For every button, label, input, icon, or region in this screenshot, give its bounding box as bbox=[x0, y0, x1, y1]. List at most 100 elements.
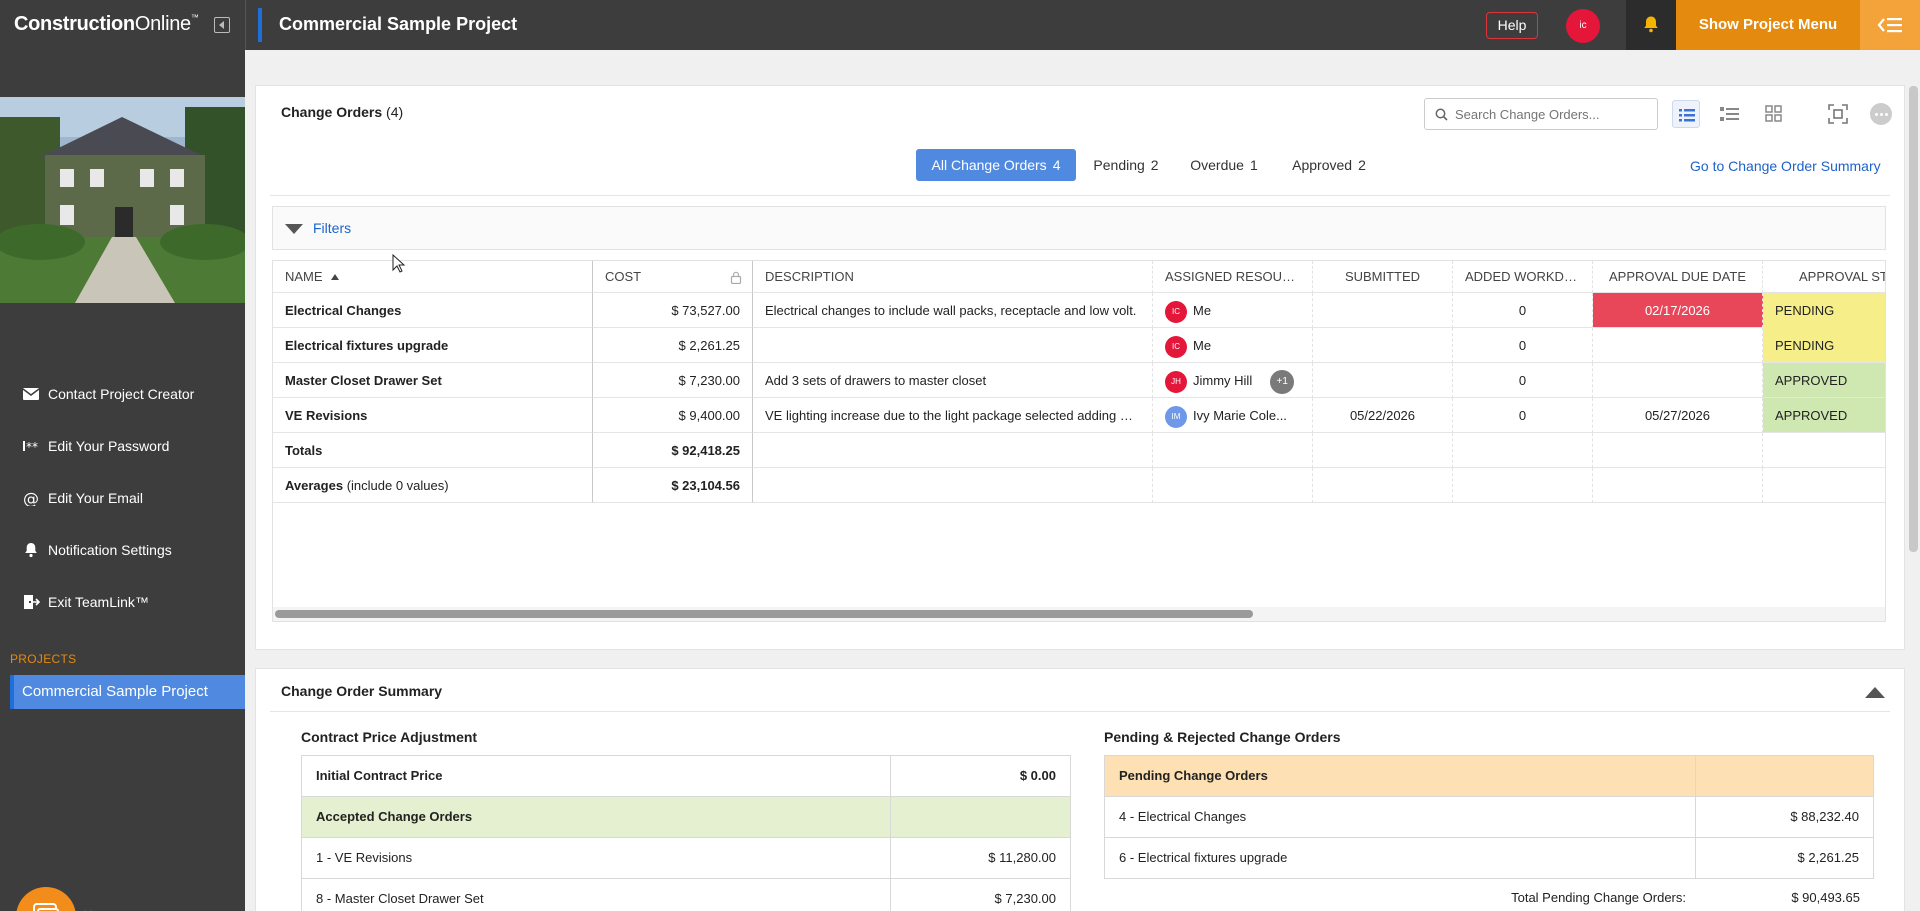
column-label: COST bbox=[605, 269, 642, 284]
table-cell-name[interactable]: VE Revisions bbox=[273, 398, 593, 433]
averages-title: Averages bbox=[285, 478, 344, 493]
summary-item-label: 6 - Electrical fixtures upgrade bbox=[1119, 850, 1288, 865]
pending-orders-label: Pending Change Orders bbox=[1119, 768, 1268, 783]
summary-item-label: 8 - Master Closet Drawer Set bbox=[316, 891, 484, 906]
initial-contract-label: Initial Contract Price bbox=[316, 768, 443, 783]
collapse-sidebar-icon[interactable] bbox=[214, 17, 230, 33]
detail-view-button[interactable] bbox=[1716, 100, 1744, 128]
tab-count: 4 bbox=[1052, 157, 1061, 173]
sidebar-item-exit-teamlink[interactable]: Exit TeamLink™ bbox=[0, 576, 245, 628]
at-icon: @ bbox=[23, 490, 39, 506]
tab-approved[interactable]: Approved 2 bbox=[1276, 149, 1382, 181]
lock-icon bbox=[730, 271, 742, 284]
notifications-button[interactable] bbox=[1626, 0, 1676, 50]
table-cell-description: Add 3 sets of drawers to master closet bbox=[753, 363, 1153, 398]
avatar[interactable]: ic bbox=[1566, 9, 1600, 43]
table-row: Pending Change Orders bbox=[1105, 756, 1873, 797]
table-cell-workdays: 0 bbox=[1453, 328, 1593, 363]
menu-toggle-button[interactable] bbox=[1860, 0, 1920, 50]
change-order-summary-panel: Change Order Summary Contract Price Adju… bbox=[255, 668, 1905, 911]
column-header-approval-status[interactable]: APPROVAL STA bbox=[1763, 261, 1885, 293]
panel-count: (4) bbox=[386, 104, 404, 120]
help-button[interactable]: Help bbox=[1486, 12, 1538, 39]
chat-icon bbox=[33, 903, 59, 911]
tab-label: Overdue bbox=[1190, 157, 1244, 173]
chat-button[interactable] bbox=[16, 887, 76, 911]
vertical-scrollbar[interactable] bbox=[1909, 86, 1918, 552]
column-header-assigned-resources[interactable]: ASSIGNED RESOURCES bbox=[1153, 261, 1313, 293]
tab-all-change-orders[interactable]: All Change Orders 4 bbox=[916, 149, 1076, 181]
detail-list-icon bbox=[1720, 107, 1739, 121]
filters-toggle[interactable]: Filters bbox=[272, 206, 1886, 250]
table-cell-empty bbox=[1313, 468, 1453, 503]
column-header-description[interactable]: DESCRIPTION bbox=[753, 261, 1153, 293]
table-cell-workdays: 0 bbox=[1453, 363, 1593, 398]
table-cell-empty bbox=[1763, 468, 1885, 503]
column-header-added-workdays[interactable]: ADDED WORKDAYS bbox=[1453, 261, 1593, 293]
exit-icon bbox=[24, 595, 40, 609]
totals-value: $ 92,418.25 bbox=[593, 433, 753, 468]
sidebar-item-edit-password[interactable]: ** Edit Your Password bbox=[0, 420, 245, 472]
resource-name: Jimmy Hill bbox=[1193, 373, 1253, 388]
collapse-up-icon[interactable] bbox=[1865, 687, 1885, 698]
table-cell-workdays: 0 bbox=[1453, 293, 1593, 328]
filters-label: Filters bbox=[313, 220, 352, 236]
table-cell-empty bbox=[890, 797, 1070, 837]
tab-label: Pending bbox=[1093, 157, 1145, 173]
grid-view-button[interactable] bbox=[1760, 100, 1788, 128]
fullscreen-button[interactable] bbox=[1824, 100, 1852, 128]
scrollbar-thumb[interactable] bbox=[275, 610, 1253, 618]
status-badge: PENDING bbox=[1763, 293, 1885, 328]
divider bbox=[245, 0, 246, 50]
sidebar-item-contact-creator[interactable]: Contact Project Creator bbox=[0, 368, 245, 420]
search-input[interactable] bbox=[1455, 104, 1650, 124]
pending-rejected-title: Pending & Rejected Change Orders bbox=[1104, 729, 1341, 745]
table-cell-workdays: 0 bbox=[1453, 398, 1593, 433]
summary-item-value: $ 11,280.00 bbox=[890, 838, 1070, 878]
app-logo[interactable]: ConstructionOnline™ bbox=[14, 13, 199, 36]
tab-overdue[interactable]: Overdue 1 bbox=[1176, 149, 1272, 181]
page-title: Commercial Sample Project bbox=[279, 14, 518, 34]
table-cell-name[interactable]: Master Closet Drawer Set bbox=[273, 363, 593, 398]
column-header-approval-due-date[interactable]: APPROVAL DUE DATE bbox=[1593, 261, 1763, 293]
sidebar-item-current-project[interactable]: Commercial Sample Project bbox=[10, 675, 245, 709]
tab-pending[interactable]: Pending 2 bbox=[1078, 149, 1174, 181]
go-to-summary-link[interactable]: Go to Change Order Summary bbox=[1690, 158, 1881, 174]
column-header-cost[interactable]: COST bbox=[593, 261, 753, 293]
column-header-submitted[interactable]: SUBMITTED bbox=[1313, 261, 1453, 293]
horizontal-scrollbar[interactable] bbox=[273, 607, 1885, 621]
tab-label: All Change Orders bbox=[931, 157, 1047, 173]
sidebar-item-notification-settings[interactable]: Notification Settings bbox=[0, 524, 245, 576]
table-cell-empty bbox=[1453, 433, 1593, 468]
table-cell-cost: $ 9,400.00 bbox=[593, 398, 753, 433]
sidebar-item-edit-email[interactable]: @ Edit Your Email bbox=[0, 472, 245, 524]
more-options-icon[interactable] bbox=[1870, 103, 1892, 125]
svg-text:@: @ bbox=[23, 490, 39, 506]
list-view-button[interactable] bbox=[1672, 100, 1700, 128]
table-cell-name[interactable]: Electrical fixtures upgrade bbox=[273, 328, 593, 363]
bell-icon bbox=[1644, 16, 1658, 33]
averages-label: Averages (include 0 values) bbox=[273, 468, 593, 503]
table-cell-empty bbox=[1313, 433, 1453, 468]
table-cell-description bbox=[753, 328, 1153, 363]
total-pending-value: $ 90,493.65 bbox=[1791, 890, 1860, 905]
divider bbox=[270, 711, 1890, 712]
contract-adjustment-title: Contract Price Adjustment bbox=[301, 729, 478, 745]
status-badge: PENDING bbox=[1763, 328, 1885, 363]
avatar: IC bbox=[1165, 335, 1187, 358]
resource-name: Ivy Marie Cole... bbox=[1193, 408, 1287, 423]
grid-view-icon bbox=[1765, 105, 1782, 122]
change-orders-panel: Change Orders (4) All Change Orders 4 Pen… bbox=[255, 85, 1905, 650]
status-badge: APPROVED bbox=[1763, 363, 1885, 398]
table-cell-name[interactable]: Electrical Changes bbox=[273, 293, 593, 328]
show-project-menu-button[interactable]: Show Project Menu bbox=[1676, 0, 1860, 50]
column-header-name[interactable]: NAME bbox=[273, 261, 593, 293]
table-row: 4 - Electrical Changes $ 88,232.40 bbox=[1105, 797, 1873, 838]
tab-count: 2 bbox=[1150, 157, 1159, 173]
avatar: IC bbox=[1165, 300, 1187, 323]
password-icon: ** bbox=[23, 440, 38, 454]
summary-item-value: $ 2,261.25 bbox=[1695, 838, 1873, 878]
expand-icon bbox=[1828, 104, 1848, 124]
more-resources-badge[interactable]: +1 bbox=[1270, 369, 1295, 394]
table-cell-resource: IM Ivy Marie Cole... bbox=[1153, 398, 1313, 433]
